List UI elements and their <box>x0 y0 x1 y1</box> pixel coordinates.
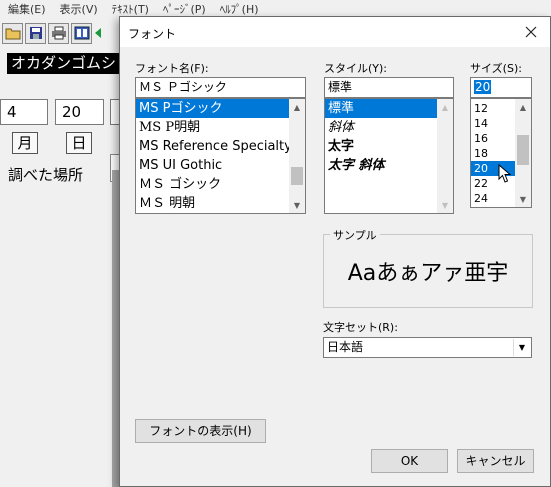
font-name-label: フォント名(F): <box>135 62 209 75</box>
ok-button[interactable]: OK <box>371 449 448 473</box>
menu-page[interactable]: ﾍﾟｰｼﾞ(P) <box>163 1 206 17</box>
mouse-cursor-icon <box>498 164 512 183</box>
style-item[interactable]: 太字 斜体 <box>325 156 453 175</box>
scroll-down-icon: ▼ <box>441 200 449 210</box>
day-input[interactable]: 20 <box>55 99 104 125</box>
font-item[interactable]: MS UI Gothic <box>136 156 305 175</box>
show-fonts-button[interactable]: フォントの表示(H) <box>135 419 266 443</box>
style-item[interactable]: 太字 <box>325 137 453 156</box>
charset-value: 日本語 <box>327 340 364 354</box>
save-icon[interactable] <box>25 22 46 44</box>
font-item[interactable]: ＭＳ 明朝 <box>136 194 305 213</box>
size-list-scrollbar[interactable]: ▲ ▼ <box>515 99 531 207</box>
style-input[interactable]: 標準 <box>324 77 454 98</box>
menu-help[interactable]: ﾍﾙﾌﾟ(H) <box>220 1 259 17</box>
style-label: スタイル(Y): <box>324 62 388 75</box>
menu-text[interactable]: ﾃｷｽﾄ(T) <box>112 1 149 17</box>
chevron-down-icon[interactable]: ▼ <box>513 339 530 356</box>
open-folder-icon[interactable] <box>2 22 23 44</box>
day-button[interactable]: 日 <box>66 132 92 154</box>
close-icon <box>525 26 537 38</box>
charset-select[interactable]: 日本語 ▼ <box>323 337 532 358</box>
menu-edit[interactable]: 編集(E) <box>8 1 46 17</box>
charset-label: 文字セット(R): <box>323 321 398 334</box>
scroll-down-icon[interactable]: ▼ <box>515 191 531 207</box>
font-dialog: フォント フォント名(F): ＭＳ Ｐゴシック MS Pゴシック MS P明朝 … <box>119 16 551 487</box>
font-item[interactable]: ＭＳ ゴシック <box>136 175 305 194</box>
font-item[interactable]: MS Reference Specialty <box>136 137 305 156</box>
font-name-input[interactable]: ＭＳ Ｐゴシック <box>135 77 306 98</box>
size-input[interactable]: 20 <box>470 77 532 98</box>
font-item[interactable]: MS P明朝 <box>136 118 305 137</box>
font-item[interactable]: MS Pゴシック <box>136 99 305 118</box>
cancel-button[interactable]: キャンセル <box>457 449 534 473</box>
scroll-thumb[interactable] <box>517 135 529 165</box>
scroll-down-icon[interactable]: ▼ <box>289 197 305 213</box>
sample-text: Aaあぁアァ亜宇 <box>347 261 509 286</box>
sample-legend: サンプル <box>330 227 380 243</box>
size-list[interactable]: 12 14 16 18 20 22 24 ▲ ▼ <box>470 98 532 208</box>
close-button[interactable] <box>518 21 544 43</box>
size-input-value: 20 <box>474 80 492 94</box>
toolbar <box>0 20 102 46</box>
style-item[interactable]: 斜体 <box>325 118 453 137</box>
month-button[interactable]: 月 <box>12 132 38 154</box>
month-input[interactable]: 4 <box>0 99 48 125</box>
font-name-list[interactable]: MS Pゴシック MS P明朝 MS Reference Specialty M… <box>135 98 306 214</box>
font-list-scrollbar[interactable]: ▲ ▼ <box>289 99 305 213</box>
style-list[interactable]: 標準 斜体 太字 太字 斜体 ▲ ▼ <box>324 98 454 214</box>
scroll-up-icon: ▲ <box>441 102 449 112</box>
print-icon[interactable] <box>48 22 69 44</box>
dialog-titlebar: フォント <box>120 17 550 47</box>
place-label: 調べた場所 <box>8 166 84 184</box>
dialog-title: フォント <box>128 27 177 41</box>
size-label: サイズ(S): <box>470 62 522 75</box>
scroll-thumb[interactable] <box>291 167 303 185</box>
katakana-text-box[interactable]: オカダンゴムシ <box>7 53 121 74</box>
style-list-scrollbar: ▲ ▼ <box>437 99 453 213</box>
menu-view[interactable]: 表示(V) <box>60 1 98 17</box>
scroll-up-icon[interactable]: ▲ <box>515 99 531 115</box>
scroll-up-icon[interactable]: ▲ <box>289 99 305 115</box>
arrow-left-icon[interactable] <box>94 23 102 44</box>
layout-icon[interactable] <box>71 22 92 44</box>
style-item[interactable]: 標準 <box>325 99 453 118</box>
